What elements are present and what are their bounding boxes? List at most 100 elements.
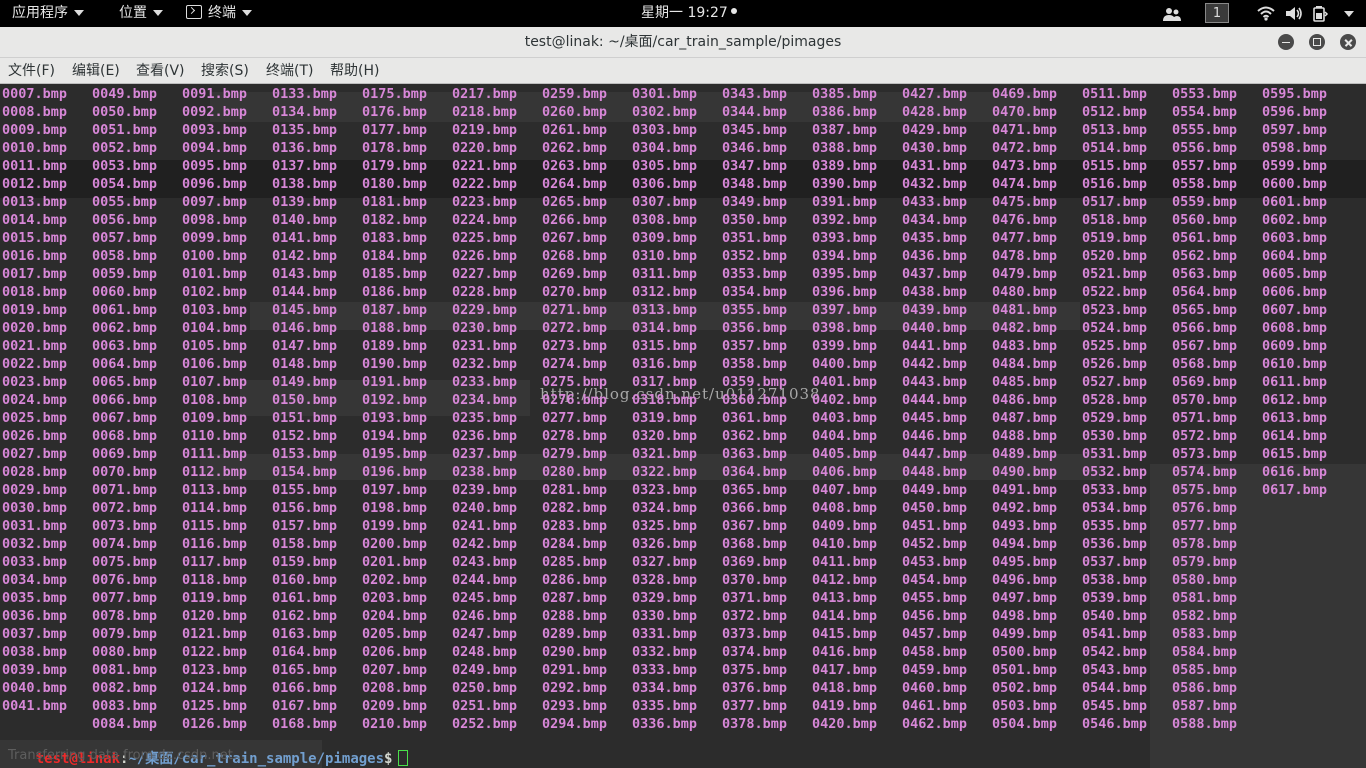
file-entry: 0080.bmp bbox=[92, 644, 158, 660]
file-entry: 0377.bmp bbox=[722, 698, 788, 714]
file-entry: 0186.bmp bbox=[362, 284, 428, 300]
file-entry: 0346.bmp bbox=[722, 140, 788, 156]
file-entry: 0231.bmp bbox=[452, 338, 518, 354]
applications-menu[interactable]: 应用程序 bbox=[12, 0, 84, 27]
file-entry: 0113.bmp bbox=[182, 482, 248, 498]
file-entry: 0611.bmp bbox=[1262, 374, 1328, 390]
file-entry: 0568.bmp bbox=[1172, 356, 1238, 372]
file-entry: 0615.bmp bbox=[1262, 446, 1328, 462]
file-column: 0049.bmp 0050.bmp 0051.bmp 0052.bmp 0053.bmp… bbox=[92, 85, 182, 733]
file-entry: 0100.bmp bbox=[182, 248, 248, 264]
file-entry: 0531.bmp bbox=[1082, 446, 1148, 462]
close-icon[interactable] bbox=[1340, 34, 1356, 50]
file-entry: 0280.bmp bbox=[542, 464, 608, 480]
file-entry: 0554.bmp bbox=[1172, 104, 1238, 120]
file-entry: 0068.bmp bbox=[92, 428, 158, 444]
chevron-down-icon bbox=[153, 10, 163, 16]
file-entry: 0318.bmp bbox=[632, 392, 698, 408]
people-icon[interactable] bbox=[1162, 6, 1182, 22]
file-entry: 0249.bmp bbox=[452, 662, 518, 678]
file-entry: 0410.bmp bbox=[812, 536, 878, 552]
window-titlebar[interactable]: test@linak: ~/桌面/car_train_sample/pimage… bbox=[0, 27, 1366, 58]
file-entry: 0323.bmp bbox=[632, 482, 698, 498]
file-entry: 0221.bmp bbox=[452, 158, 518, 174]
file-entry: 0163.bmp bbox=[272, 626, 338, 642]
battery-icon[interactable] bbox=[1313, 5, 1331, 22]
file-entry: 0460.bmp bbox=[902, 680, 968, 696]
window-title: test@linak: ~/桌面/car_train_sample/pimage… bbox=[524, 34, 842, 50]
file-column: 0595.bmp 0596.bmp 0597.bmp 0598.bmp 0599.bmp… bbox=[1262, 85, 1352, 499]
file-entry: 0122.bmp bbox=[182, 644, 248, 660]
file-entry: 0491.bmp bbox=[992, 482, 1058, 498]
file-column: 0133.bmp 0134.bmp 0135.bmp 0136.bmp 0137.bmp… bbox=[272, 85, 362, 733]
file-entry: 0511.bmp bbox=[1082, 86, 1148, 102]
file-entry: 0027.bmp bbox=[2, 446, 68, 462]
file-entry: 0191.bmp bbox=[362, 374, 428, 390]
menu-view[interactable]: 查看(V) bbox=[136, 58, 185, 85]
file-entry: 0069.bmp bbox=[92, 446, 158, 462]
menu-bar: 文件(F) 编辑(E) 查看(V) 搜索(S) 终端(T) 帮助(H) bbox=[0, 58, 1366, 84]
file-entry: 0365.bmp bbox=[722, 482, 788, 498]
workspace-indicator[interactable]: 1 bbox=[1205, 3, 1229, 23]
file-entry: 0040.bmp bbox=[2, 680, 68, 696]
file-entry: 0575.bmp bbox=[1172, 482, 1238, 498]
file-entry: 0091.bmp bbox=[182, 86, 248, 102]
file-entry: 0151.bmp bbox=[272, 410, 338, 426]
file-entry: 0274.bmp bbox=[542, 356, 608, 372]
menu-edit[interactable]: 编辑(E) bbox=[72, 58, 120, 85]
file-entry: 0454.bmp bbox=[902, 572, 968, 588]
file-entry: 0009.bmp bbox=[2, 122, 68, 138]
file-entry: 0304.bmp bbox=[632, 140, 698, 156]
menu-help[interactable]: 帮助(H) bbox=[330, 58, 379, 85]
maximize-icon[interactable] bbox=[1309, 34, 1325, 50]
file-entry: 0264.bmp bbox=[542, 176, 608, 192]
file-entry: 0400.bmp bbox=[812, 356, 878, 372]
file-entry: 0053.bmp bbox=[92, 158, 158, 174]
file-entry: 0309.bmp bbox=[632, 230, 698, 246]
clock[interactable]: 星期一 19:27 bbox=[641, 0, 737, 27]
file-entry: 0261.bmp bbox=[542, 122, 608, 138]
file-entry: 0583.bmp bbox=[1172, 626, 1238, 642]
file-entry: 0082.bmp bbox=[92, 680, 158, 696]
file-entry: 0359.bmp bbox=[722, 374, 788, 390]
file-entry: 0182.bmp bbox=[362, 212, 428, 228]
text-cursor bbox=[398, 750, 409, 766]
file-entry: 0357.bmp bbox=[722, 338, 788, 354]
file-entry: 0378.bmp bbox=[722, 716, 788, 732]
file-entry: 0301.bmp bbox=[632, 86, 698, 102]
minimize-icon[interactable] bbox=[1278, 34, 1294, 50]
power-menu-chevron-icon[interactable] bbox=[1344, 11, 1354, 17]
file-entry: 0276.bmp bbox=[542, 392, 608, 408]
file-entry: 0243.bmp bbox=[452, 554, 518, 570]
file-entry: 0008.bmp bbox=[2, 104, 68, 120]
menu-file[interactable]: 文件(F) bbox=[8, 58, 55, 85]
file-entry: 0290.bmp bbox=[542, 644, 608, 660]
file-entry: 0159.bmp bbox=[272, 554, 338, 570]
places-menu[interactable]: 位置 bbox=[119, 0, 163, 27]
file-entry: 0523.bmp bbox=[1082, 302, 1148, 318]
file-entry: 0336.bmp bbox=[632, 716, 698, 732]
file-entry: 0111.bmp bbox=[182, 446, 248, 462]
file-entry: 0324.bmp bbox=[632, 500, 698, 516]
menu-terminal[interactable]: 终端(T) bbox=[266, 58, 313, 85]
file-entry: 0539.bmp bbox=[1082, 590, 1148, 606]
file-entry: 0582.bmp bbox=[1172, 608, 1238, 624]
menu-search[interactable]: 搜索(S) bbox=[201, 58, 249, 85]
file-entry: 0564.bmp bbox=[1172, 284, 1238, 300]
file-entry: 0578.bmp bbox=[1172, 536, 1238, 552]
terminal-app-menu[interactable]: 终端 bbox=[186, 0, 252, 27]
volume-icon[interactable] bbox=[1285, 6, 1303, 21]
wifi-icon[interactable] bbox=[1257, 6, 1275, 21]
file-entry: 0580.bmp bbox=[1172, 572, 1238, 588]
file-entry: 0181.bmp bbox=[362, 194, 428, 210]
file-entry: 0291.bmp bbox=[542, 662, 608, 678]
file-entry: 0273.bmp bbox=[542, 338, 608, 354]
file-entry: 0238.bmp bbox=[452, 464, 518, 480]
terminal-view[interactable]: http://blog.csdn.net/u011271038 0007.bmp… bbox=[0, 84, 1366, 768]
file-entry: 0248.bmp bbox=[452, 644, 518, 660]
status-text: Transferring data from dc.csdn.net... bbox=[8, 748, 246, 763]
file-entry: 0388.bmp bbox=[812, 140, 878, 156]
file-entry: 0246.bmp bbox=[452, 608, 518, 624]
file-entry: 0420.bmp bbox=[812, 716, 878, 732]
file-entry: 0292.bmp bbox=[542, 680, 608, 696]
